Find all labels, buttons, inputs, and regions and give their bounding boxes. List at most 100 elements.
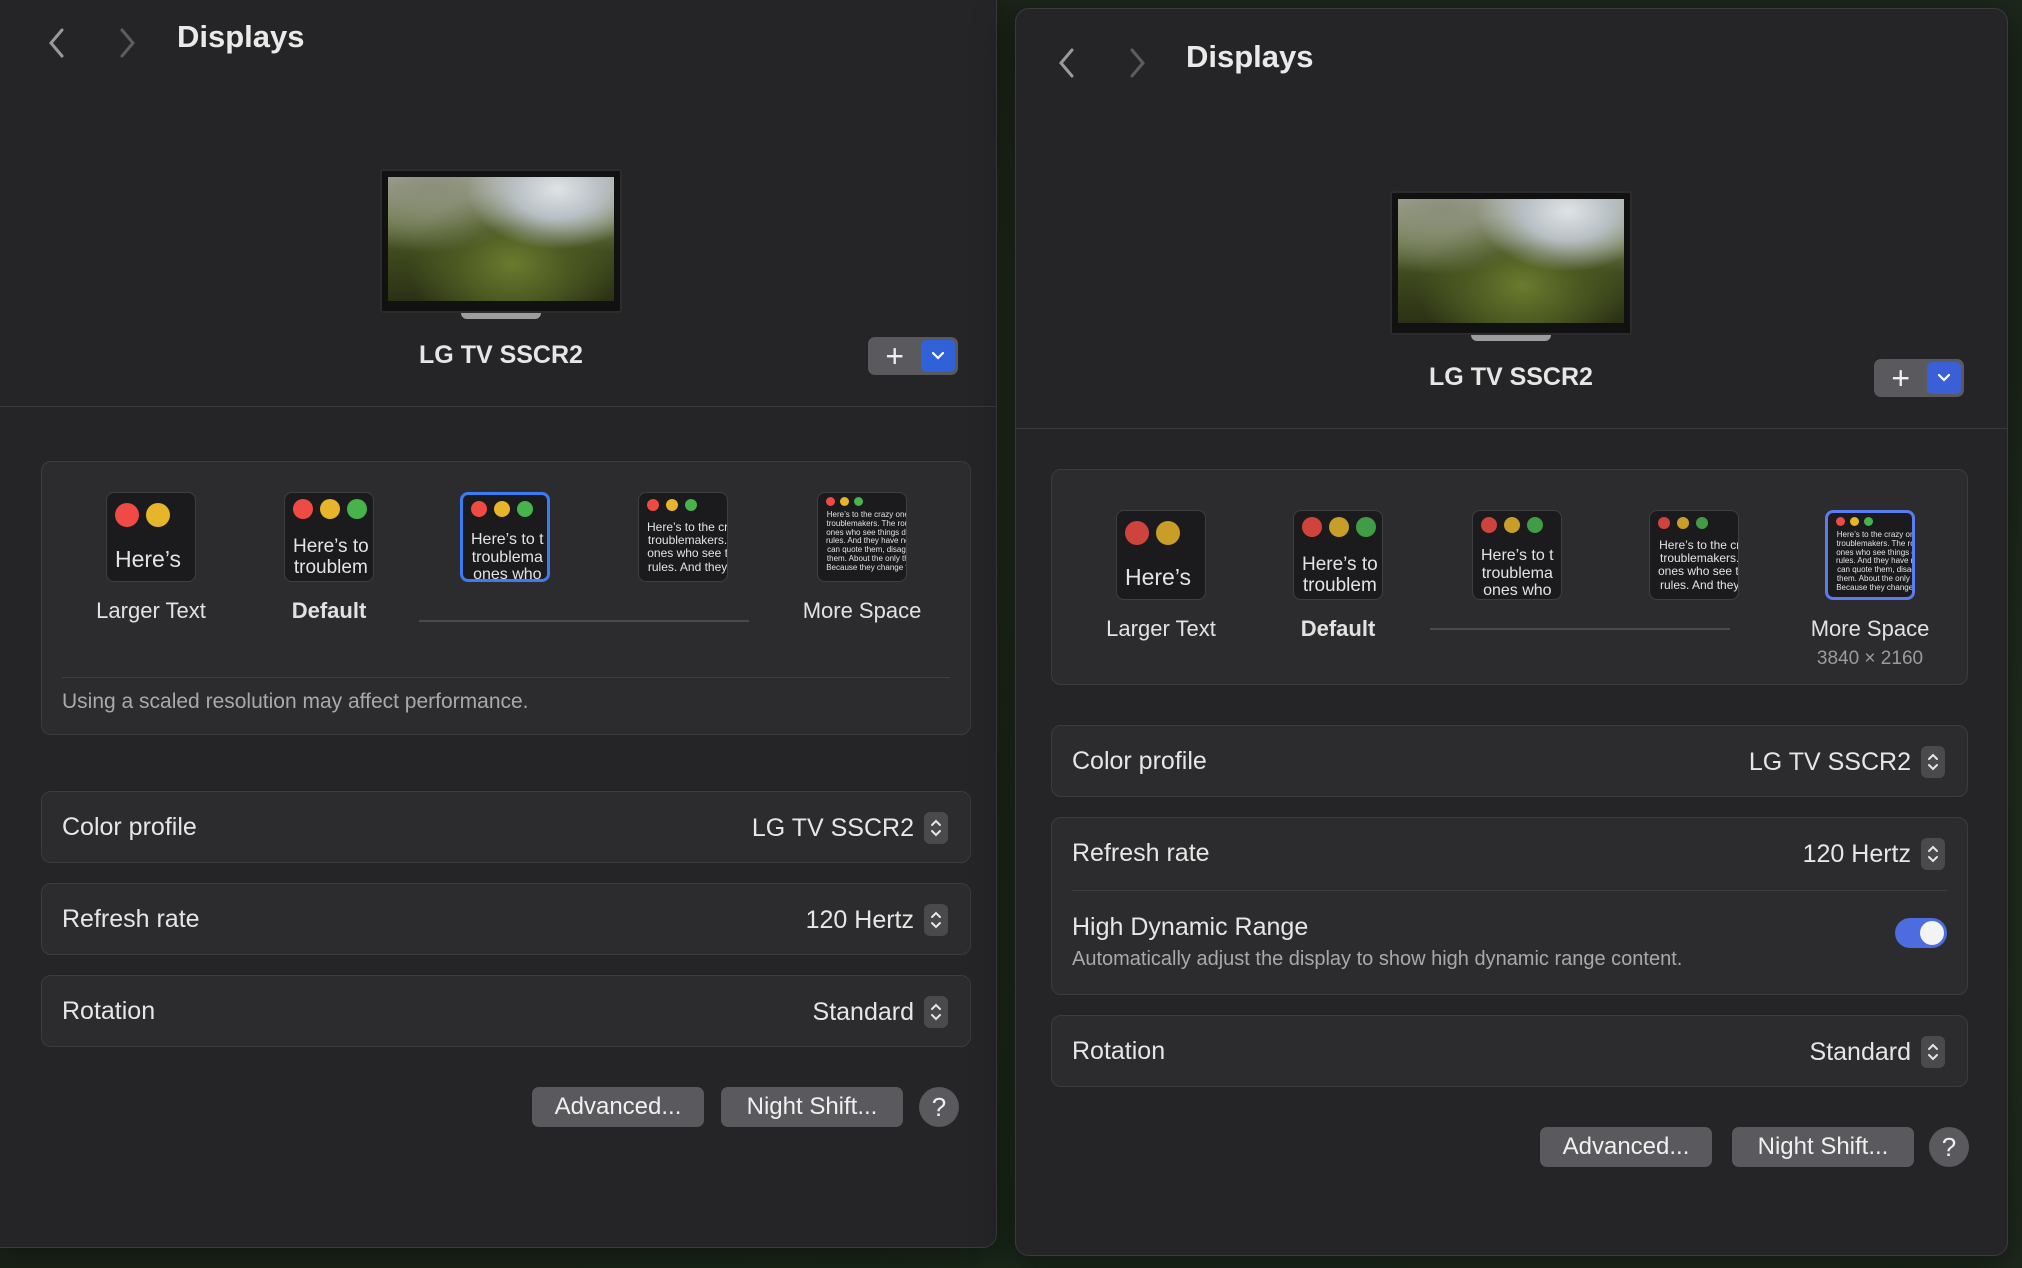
add-display-control: + bbox=[868, 337, 958, 375]
forward-button[interactable] bbox=[1117, 43, 1157, 83]
question-icon: ? bbox=[1941, 1131, 1957, 1162]
resolution-label: Default bbox=[291, 598, 367, 623]
row-value: Standard bbox=[812, 997, 914, 1026]
resolution-thumbnail-selected: Here’s to t troublema ones who bbox=[460, 492, 550, 582]
row-label: Refresh rate bbox=[1072, 839, 1210, 867]
divider bbox=[1072, 890, 1947, 891]
resolution-option-more-space[interactable]: Here’s to the crazy one troublemakers. T… bbox=[787, 492, 937, 624]
monitor-stand bbox=[461, 313, 541, 319]
row-value: LG TV SSCR2 bbox=[1748, 747, 1911, 776]
resolution-option-default[interactable]: Here’s to troublem Default bbox=[254, 492, 404, 624]
help-button[interactable]: ? bbox=[1929, 1127, 1969, 1167]
row-label: Color profile bbox=[62, 813, 197, 841]
divider bbox=[62, 677, 950, 678]
color-profile-select[interactable]: LG TV SSCR2 bbox=[1749, 746, 1945, 778]
chevron-right-icon bbox=[120, 28, 135, 58]
resolution-option-more[interactable]: Here’s to the cr troublemakers. ones who… bbox=[1619, 510, 1769, 600]
toolbar: Displays bbox=[1016, 9, 2007, 109]
stepper-icon bbox=[924, 904, 948, 936]
window-title: Displays bbox=[1186, 39, 1314, 74]
color-profile-row: Color profile LG TV SSCR2 bbox=[41, 791, 971, 863]
resolution-thumbnail: Here’s to the crazy one troublemakers. T… bbox=[817, 492, 907, 582]
resolution-option-larger-text[interactable]: Here’s Larger Text bbox=[76, 492, 226, 624]
hdr-label: High Dynamic Range bbox=[1072, 913, 1309, 941]
displays-window-right: Displays LG TV SSCR2 + Here’s Larger Tex… bbox=[1015, 8, 2008, 1256]
row-label: Rotation bbox=[1072, 1037, 1166, 1065]
resolution-group: Here’s Larger Text Here’s to troublem De… bbox=[41, 461, 971, 735]
display-name: LG TV SSCR2 bbox=[419, 341, 583, 369]
resolution-thumbnail: Here’s bbox=[106, 492, 196, 582]
resolution-option-medium[interactable]: Here’s to t troublema ones who bbox=[430, 492, 580, 582]
stepper-icon bbox=[924, 812, 948, 844]
resolution-slider-track bbox=[419, 620, 749, 622]
row-value: 120 Hertz bbox=[1802, 839, 1911, 868]
display-name: LG TV SSCR2 bbox=[1429, 363, 1593, 391]
forward-button[interactable] bbox=[107, 23, 147, 63]
resolution-label: Larger Text bbox=[1106, 616, 1216, 641]
resolution-option-default[interactable]: Here’s to troublem Default bbox=[1263, 510, 1413, 642]
resolution-thumbnail: Here’s to troublem bbox=[1293, 510, 1383, 600]
resolution-label: More Space bbox=[1810, 616, 1930, 641]
refresh-rate-select[interactable]: 120 Hertz bbox=[806, 904, 948, 936]
display-hero: LG TV SSCR2 + bbox=[1016, 101, 2007, 429]
refresh-hdr-group: Refresh rate 120 Hertz High Dynamic Rang… bbox=[1051, 817, 1968, 995]
display-preview[interactable] bbox=[1390, 191, 1632, 335]
monitor-stand bbox=[1471, 335, 1551, 341]
displays-window-left: Displays LG TV SSCR2 + Here’s Larger Tex… bbox=[0, 0, 997, 1248]
resolution-option-more-space[interactable]: Here’s to the crazy one troublemakers. T… bbox=[1795, 510, 1945, 670]
add-display-button[interactable]: + bbox=[868, 337, 921, 375]
refresh-rate-select[interactable]: 120 Hertz bbox=[1803, 838, 1945, 870]
resolution-label: More Space bbox=[802, 598, 922, 623]
resolution-thumbnail-selected: Here’s to the crazy one troublemakers. T… bbox=[1825, 510, 1915, 600]
advanced-button[interactable]: Advanced... bbox=[532, 1087, 704, 1127]
help-button[interactable]: ? bbox=[919, 1087, 959, 1127]
stepper-icon bbox=[1921, 838, 1945, 870]
row-label: Rotation bbox=[62, 997, 156, 1025]
resolution-option-larger-text[interactable]: Here’s Larger Text bbox=[1086, 510, 1236, 642]
row-label: Refresh rate bbox=[62, 905, 200, 933]
wallpaper-thumbnail bbox=[388, 177, 614, 301]
resolution-label: Default bbox=[1300, 616, 1376, 641]
resolution-option-more[interactable]: Here’s to the cr troublemakers. ones who… bbox=[608, 492, 758, 582]
add-display-button[interactable]: + bbox=[1874, 359, 1927, 397]
toggle-knob bbox=[1920, 921, 1944, 945]
display-hero: LG TV SSCR2 + bbox=[0, 87, 996, 407]
display-preview[interactable] bbox=[380, 169, 622, 313]
chevron-right-icon bbox=[1130, 48, 1145, 78]
rotation-select[interactable]: Standard bbox=[813, 996, 948, 1028]
resolution-thumbnail: Here’s to the cr troublemakers. ones who… bbox=[1649, 510, 1739, 600]
advanced-button[interactable]: Advanced... bbox=[1540, 1127, 1712, 1167]
resolution-thumbnail: Here’s to troublem bbox=[284, 492, 374, 582]
chevron-down-icon bbox=[1938, 373, 1951, 382]
stepper-icon bbox=[1921, 746, 1945, 778]
row-value: Standard bbox=[1809, 1037, 1911, 1066]
resolution-thumbnail: Here’s to t troublema ones who bbox=[1472, 510, 1562, 600]
row-value: LG TV SSCR2 bbox=[751, 813, 914, 842]
color-profile-row: Color profile LG TV SSCR2 bbox=[1051, 725, 1968, 797]
color-profile-select[interactable]: LG TV SSCR2 bbox=[752, 812, 948, 844]
resolution-label: Larger Text bbox=[96, 598, 206, 623]
resolution-option-medium[interactable]: Here’s to t troublema ones who bbox=[1442, 510, 1592, 600]
add-display-control: + bbox=[1874, 359, 1964, 397]
hdr-toggle[interactable] bbox=[1895, 918, 1947, 948]
rotation-row: Rotation Standard bbox=[1051, 1015, 1968, 1087]
night-shift-button[interactable]: Night Shift... bbox=[1732, 1127, 1914, 1167]
back-button[interactable] bbox=[37, 23, 77, 63]
rotation-select[interactable]: Standard bbox=[1810, 1036, 1945, 1068]
resolution-size: 3840 × 2160 bbox=[1816, 648, 1924, 669]
scaled-resolution-note: Using a scaled resolution may affect per… bbox=[62, 690, 529, 713]
resolution-group: Here’s Larger Text Here’s to troublem De… bbox=[1051, 469, 1968, 685]
stepper-icon bbox=[1921, 1036, 1945, 1068]
night-shift-button[interactable]: Night Shift... bbox=[721, 1087, 903, 1127]
resolution-thumbnail: Here’s to the cr troublemakers. ones who… bbox=[638, 492, 728, 582]
add-display-dropdown[interactable] bbox=[921, 340, 955, 372]
add-display-dropdown[interactable] bbox=[1927, 362, 1961, 394]
window-title: Displays bbox=[177, 19, 305, 54]
chevron-left-icon bbox=[49, 28, 64, 58]
wallpaper-thumbnail bbox=[1398, 199, 1624, 323]
refresh-rate-row: Refresh rate 120 Hertz bbox=[41, 883, 971, 955]
hdr-description: Automatically adjust the display to show… bbox=[1072, 948, 1683, 970]
question-icon: ? bbox=[931, 1091, 947, 1122]
back-button[interactable] bbox=[1047, 43, 1087, 83]
rotation-row: Rotation Standard bbox=[41, 975, 971, 1047]
